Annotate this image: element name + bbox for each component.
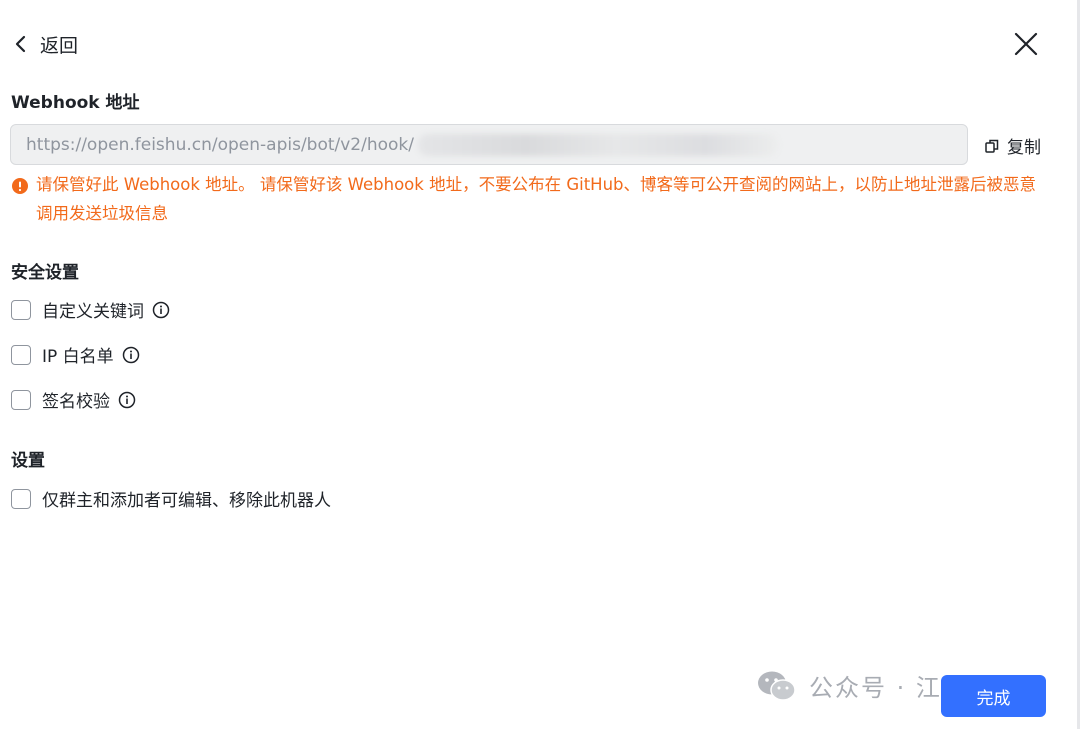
- wechat-icon: [758, 671, 796, 701]
- copy-label: 复制: [1007, 138, 1041, 158]
- ip-whitelist-checkbox[interactable]: [11, 344, 31, 365]
- ip-whitelist-label: IP 白名单: [42, 347, 114, 367]
- signature-verification-label: 签名校验: [42, 392, 110, 412]
- owner-only-edit-label: 仅群主和添加者可编辑、移除此机器人: [42, 491, 331, 511]
- warning-icon: [12, 178, 28, 228]
- info-icon[interactable]: [122, 346, 140, 364]
- custom-keywords-label: 自定义关键词: [42, 302, 144, 322]
- back-button[interactable]: 返回: [14, 28, 78, 60]
- close-icon: [1014, 32, 1038, 56]
- webhook-url-field[interactable]: https://open.feishu.cn/open-apis/bot/v2/…: [10, 124, 968, 165]
- chevron-left-icon: [14, 34, 28, 54]
- option-custom-keywords: 自定义关键词: [11, 297, 170, 322]
- info-icon[interactable]: [118, 391, 136, 409]
- option-signature-verification: 签名校验: [11, 387, 136, 412]
- dialog-header: 返回: [14, 28, 1040, 60]
- copy-button[interactable]: 复制: [984, 133, 1041, 158]
- owner-only-edit-checkbox[interactable]: [11, 488, 31, 509]
- option-ip-whitelist: IP 白名单: [11, 342, 140, 367]
- done-button[interactable]: 完成: [941, 675, 1046, 717]
- webhook-warning: 请保管好此 Webhook 地址。 请保管好该 Webhook 地址，不要公布在…: [12, 170, 1042, 228]
- option-owner-only-edit: 仅群主和添加者可编辑、移除此机器人: [11, 486, 331, 511]
- webhook-url-text: https://open.feishu.cn/open-apis/bot/v2/…: [26, 134, 415, 155]
- warning-text: 请保管好此 Webhook 地址。 请保管好该 Webhook 地址，不要公布在…: [36, 175, 1036, 223]
- custom-keywords-checkbox[interactable]: [11, 299, 31, 320]
- redacted-token: [418, 133, 779, 156]
- close-button[interactable]: [1012, 30, 1040, 58]
- back-label: 返回: [40, 34, 79, 57]
- info-icon[interactable]: [152, 301, 170, 319]
- webhook-dialog: 返回 Webhook 地址 https://open.feishu.cn/ope…: [0, 0, 1080, 729]
- copy-icon: [985, 139, 999, 153]
- signature-verification-checkbox[interactable]: [11, 389, 31, 410]
- settings-label: 设置: [11, 451, 45, 471]
- webhook-label: Webhook 地址: [11, 93, 140, 113]
- security-settings-label: 安全设置: [11, 263, 79, 283]
